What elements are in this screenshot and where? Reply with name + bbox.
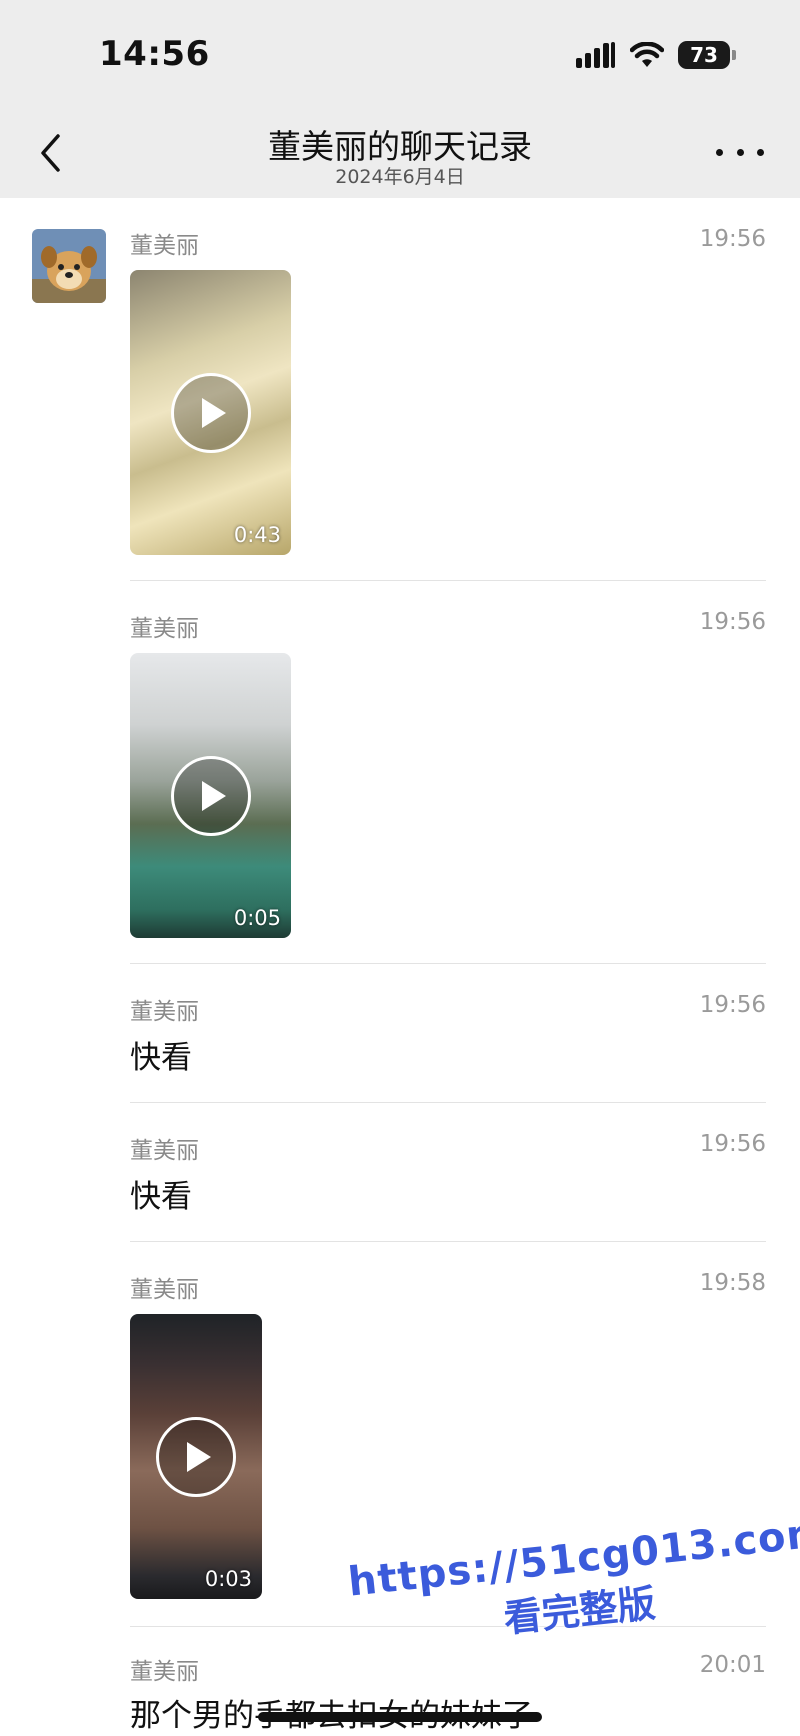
play-icon[interactable] <box>170 755 251 836</box>
video-thumbnail[interactable]: 0:43 <box>130 270 291 555</box>
message-text: 快看 <box>130 1040 192 1076</box>
message-item: 董美丽 19:56 0:43 <box>130 226 766 556</box>
signal-icon <box>576 42 615 68</box>
sender-name: 董美丽 <box>130 1277 199 1303</box>
ellipsis-icon <box>716 148 723 156</box>
divider <box>130 1102 766 1103</box>
message-text: 快看 <box>130 1179 192 1215</box>
message-time: 19:56 <box>699 609 766 635</box>
divider <box>130 1241 766 1242</box>
sender-name: 董美丽 <box>130 1138 199 1164</box>
top-bar: 14:56 73 董美丽的聊天记录 2024年6月4日 <box>0 0 800 198</box>
message-time: 19:56 <box>699 226 766 252</box>
message-item: 董美丽 19:56 快看 <box>130 1131 766 1231</box>
message-time: 19:56 <box>699 992 766 1018</box>
sender-name: 董美丽 <box>130 999 199 1025</box>
chat-title: 董美丽的聊天记录 <box>268 127 532 166</box>
message-item: 董美丽 19:56 0:05 <box>130 609 766 939</box>
message-time: 20:01 <box>699 1652 766 1678</box>
video-duration: 0:05 <box>233 906 281 930</box>
video-thumbnail[interactable]: 0:03 <box>130 1314 262 1599</box>
message-time: 19:56 <box>699 1131 766 1157</box>
divider <box>130 580 766 581</box>
battery-indicator: 73 <box>678 41 736 69</box>
video-duration: 0:43 <box>233 523 281 547</box>
video-duration: 0:03 <box>204 1567 252 1591</box>
sender-name: 董美丽 <box>130 616 199 642</box>
play-icon[interactable] <box>156 1416 236 1497</box>
message-item: 董美丽 20:01 那个男的手都去扣女的妹妹了 <box>130 1652 766 1736</box>
chat-date: 2024年6月4日 <box>335 166 465 188</box>
home-indicator[interactable] <box>258 1712 542 1722</box>
play-icon[interactable] <box>170 372 251 453</box>
wifi-icon <box>630 42 664 67</box>
status-icons: 73 <box>576 40 736 70</box>
status-time: 14:56 <box>99 34 210 74</box>
avatar[interactable] <box>32 229 106 303</box>
message-item: 董美丽 19:56 快看 <box>130 992 766 1092</box>
divider <box>130 963 766 964</box>
sender-name: 董美丽 <box>130 233 199 259</box>
video-thumbnail[interactable]: 0:05 <box>130 653 291 938</box>
message-time: 19:58 <box>699 1270 766 1296</box>
more-button[interactable] <box>716 140 764 164</box>
sender-name: 董美丽 <box>130 1659 199 1685</box>
